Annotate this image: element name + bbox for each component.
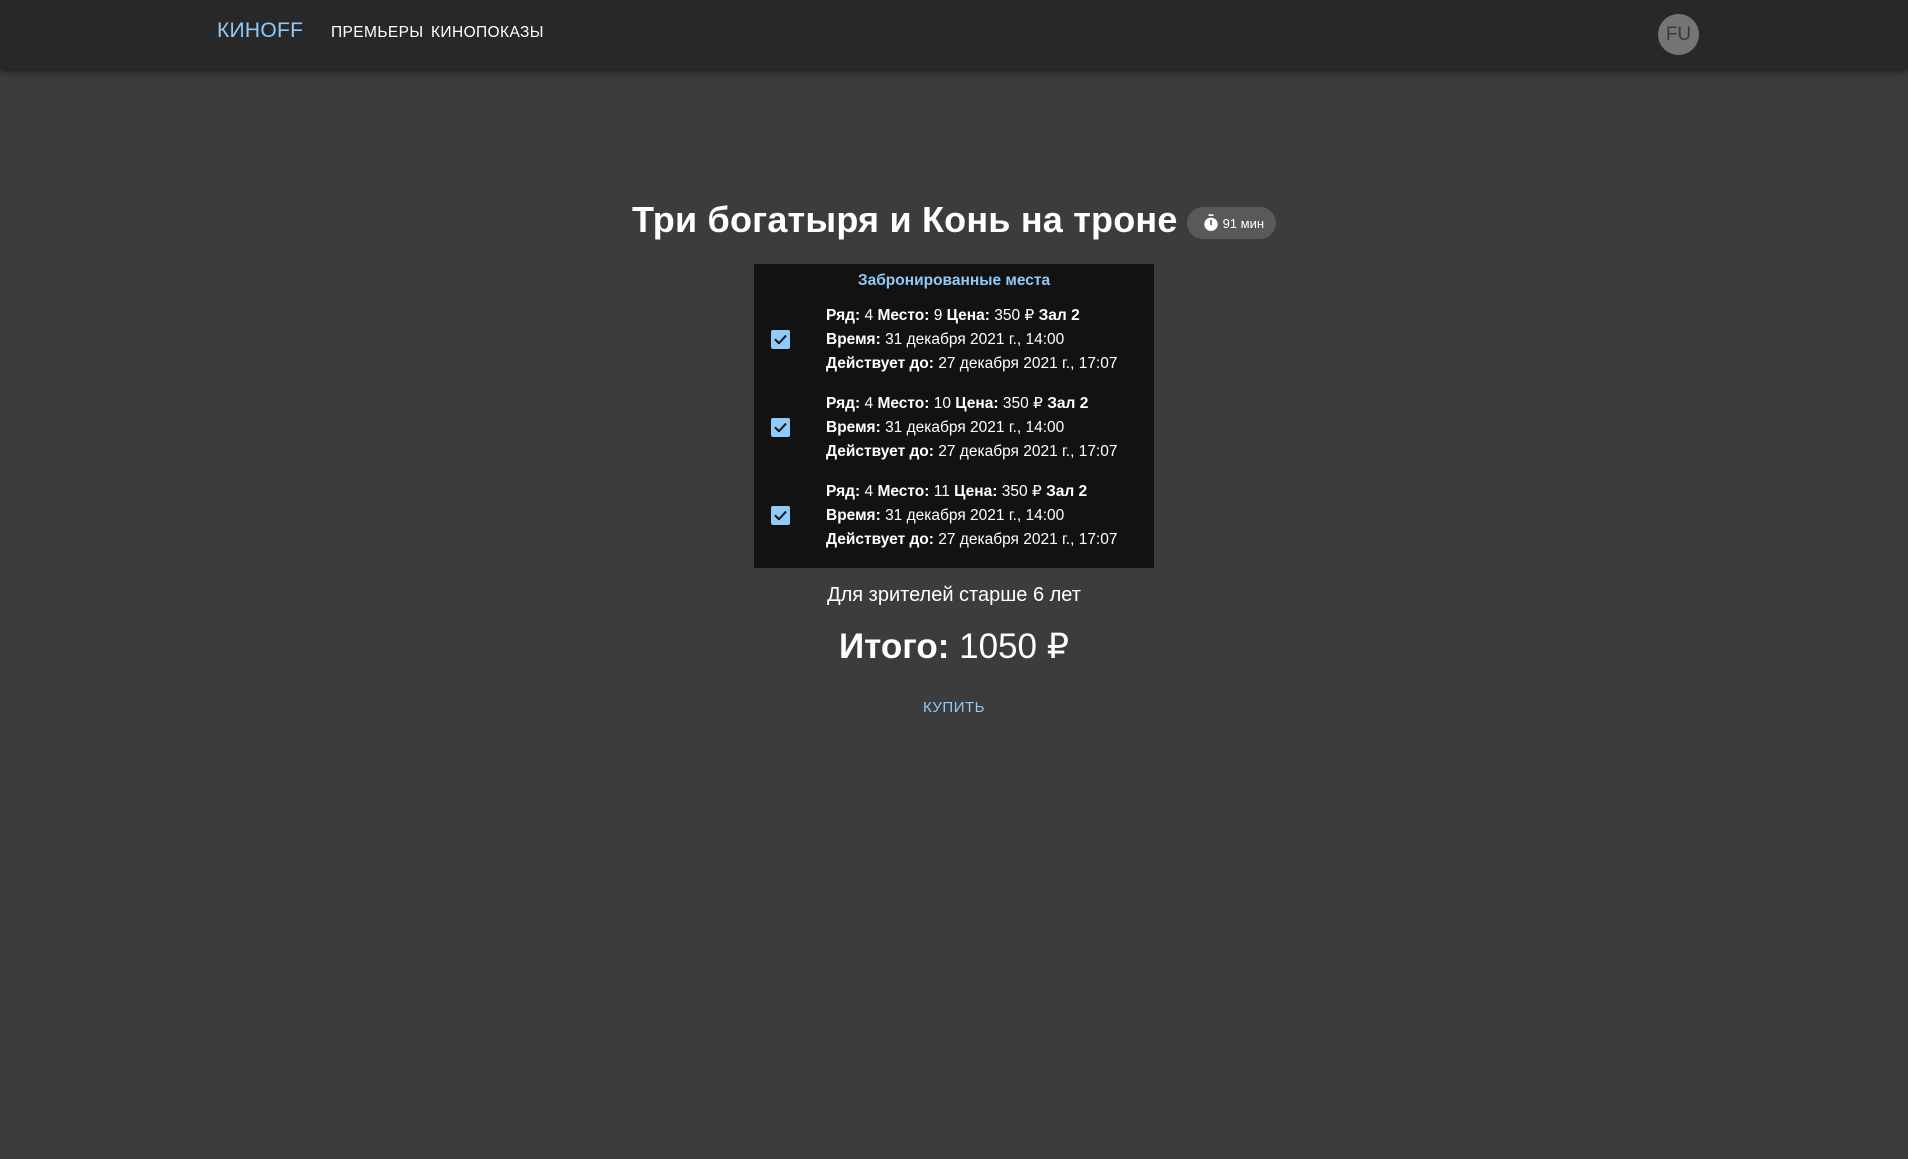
seat-label: Место: [877, 307, 930, 324]
seat-details: Ряд: 4 Место: 10 Цена: 350 ₽ Зал 2 Время:… [826, 392, 1117, 464]
price-label: Цена: [955, 395, 999, 412]
price-value: 350 ₽ [994, 307, 1035, 324]
total-price: Итого: 1050 ₽ [0, 627, 1908, 667]
time-value: 31 декабря 2021 г., 14:00 [885, 507, 1065, 524]
check-icon [774, 423, 787, 433]
seat-line-time: Время: 31 декабря 2021 г., 14:00 [826, 328, 1117, 352]
time-label: Время: [826, 331, 881, 348]
seat-line-valid-until: Действует до: 27 декабря 2021 г., 17:07 [826, 440, 1117, 464]
seat-value: 11 [933, 483, 950, 500]
booked-seats-panel: Забронированные места Ряд: 4 Место: 9 Це… [754, 264, 1154, 568]
app-bar: КИНOFF ПРЕМЬЕРЫ КИНОПОКАЗЫ FU [0, 0, 1908, 69]
valid-until-label: Действует до: [826, 443, 934, 460]
hall-name: Зал 2 [1046, 483, 1088, 500]
seat-line-valid-until: Действует до: 27 декабря 2021 г., 17:07 [826, 528, 1117, 552]
nav-premieres[interactable]: ПРЕМЬЕРЫ [331, 24, 424, 42]
booked-seat-item: Ряд: 4 Место: 11 Цена: 350 ₽ Зал 2 Время:… [754, 480, 1154, 560]
booked-seat-item: Ряд: 4 Место: 9 Цена: 350 ₽ Зал 2 Время: … [754, 304, 1154, 384]
time-label: Время: [826, 419, 881, 436]
seat-details: Ряд: 4 Место: 11 Цена: 350 ₽ Зал 2 Время:… [826, 480, 1117, 552]
row-label: Ряд: [826, 395, 861, 412]
row-value: 4 [864, 395, 874, 412]
timer-icon [1201, 213, 1221, 233]
movie-title: Три богатыря и Конь на троне [631, 199, 1178, 240]
row-value: 4 [864, 307, 874, 324]
valid-until-label: Действует до: [826, 355, 934, 372]
valid-until-value: 27 декабря 2021 г., 17:07 [938, 531, 1118, 548]
duration-chip: 91 мин [1186, 207, 1277, 239]
duration-text: 91 мин [1222, 215, 1265, 231]
seat-line-valid-until: Действует до: 27 декабря 2021 г., 17:07 [826, 352, 1117, 376]
row-label: Ряд: [826, 307, 861, 324]
time-label: Время: [826, 507, 881, 524]
time-value: 31 декабря 2021 г., 14:00 [885, 331, 1065, 348]
valid-until-value: 27 декабря 2021 г., 17:07 [938, 355, 1118, 372]
hall-name: Зал 2 [1047, 395, 1089, 412]
seat-details: Ряд: 4 Место: 9 Цена: 350 ₽ Зал 2 Время: … [826, 304, 1117, 376]
seat-checkbox[interactable] [771, 330, 790, 349]
check-icon [774, 335, 787, 345]
booked-seat-item: Ряд: 4 Место: 10 Цена: 350 ₽ Зал 2 Время:… [754, 392, 1154, 472]
seat-line-position: Ряд: 4 Место: 11 Цена: 350 ₽ Зал 2 [826, 480, 1117, 504]
valid-until-label: Действует до: [826, 531, 934, 548]
total-value: 1050 ₽ [959, 627, 1069, 666]
price-label: Цена: [946, 307, 990, 324]
seat-line-position: Ряд: 4 Место: 9 Цена: 350 ₽ Зал 2 [826, 304, 1117, 328]
seat-checkbox[interactable] [771, 506, 790, 525]
seat-line-time: Время: 31 декабря 2021 г., 14:00 [826, 416, 1117, 440]
seat-line-time: Время: 31 декабря 2021 г., 14:00 [826, 504, 1117, 528]
brand-logo[interactable]: КИНOFF [217, 19, 303, 43]
age-restriction-note: Для зрителей старше 6 лет [827, 584, 1081, 606]
total-label: Итого: [839, 627, 950, 666]
seat-label: Место: [877, 395, 930, 412]
seat-checkbox[interactable] [771, 418, 790, 437]
user-avatar[interactable]: FU [1658, 14, 1699, 55]
row-label: Ряд: [826, 483, 861, 500]
seat-value: 9 [933, 307, 943, 324]
valid-until-value: 27 декабря 2021 г., 17:07 [938, 443, 1118, 460]
price-value: 350 ₽ [1001, 483, 1042, 500]
booked-seats-title: Забронированные места [857, 272, 1051, 289]
time-value: 31 декабря 2021 г., 14:00 [885, 419, 1065, 436]
check-icon [774, 511, 787, 521]
buy-button[interactable]: КУПИТЬ [914, 693, 994, 721]
price-label: Цена: [954, 483, 998, 500]
row-value: 4 [864, 483, 874, 500]
seat-line-position: Ряд: 4 Место: 10 Цена: 350 ₽ Зал 2 [826, 392, 1117, 416]
seat-label: Место: [877, 483, 930, 500]
seat-value: 10 [933, 395, 951, 412]
price-value: 350 ₽ [1002, 395, 1043, 412]
movie-title-row: Три богатыря и Конь на троне 91 мин [0, 199, 1908, 241]
hall-name: Зал 2 [1038, 307, 1080, 324]
nav-screenings[interactable]: КИНОПОКАЗЫ [431, 24, 544, 42]
